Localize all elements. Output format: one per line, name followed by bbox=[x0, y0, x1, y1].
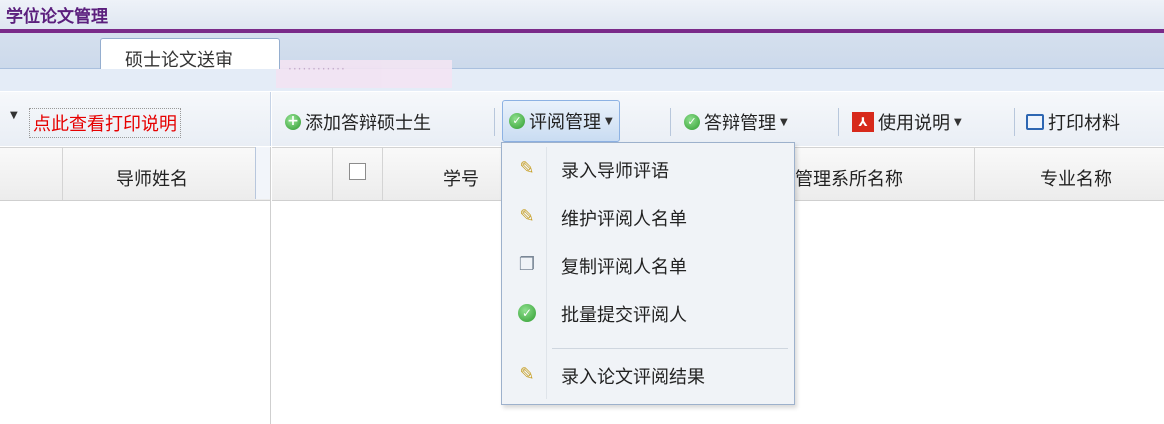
panel-split-handle[interactable] bbox=[255, 147, 270, 199]
check-circle-icon: ✓ bbox=[509, 113, 525, 129]
printer-icon bbox=[1026, 114, 1044, 130]
copy-icon: ❐ bbox=[518, 254, 536, 275]
dropdown-arrow-icon[interactable]: ▼ bbox=[10, 110, 18, 121]
column-header-department[interactable]: 管理系所名称 bbox=[795, 165, 903, 191]
toolbar-separator bbox=[670, 108, 671, 136]
pdf-icon: ⅄ bbox=[852, 112, 874, 132]
menu-item-batch-submit-reviewers[interactable]: ✓ 批量提交评阅人 bbox=[502, 291, 794, 335]
tab-secondary[interactable]: ············ bbox=[276, 60, 452, 88]
menu-item-maintain-reviewer-list[interactable]: ✎ 维护评阅人名单 bbox=[502, 195, 794, 239]
menu-item-label: 录入论文评阅结果 bbox=[561, 367, 705, 388]
app-title: 学位论文管理 bbox=[6, 7, 108, 27]
title-bar bbox=[0, 0, 1164, 32]
add-defense-student-label: 添加答辩硕士生 bbox=[305, 113, 431, 134]
toolbar-separator bbox=[1014, 108, 1015, 136]
usage-guide-button[interactable]: ⅄ 使用说明 ▼ bbox=[852, 105, 962, 139]
menu-item-enter-advisor-comments[interactable]: ✎ 录入导师评语 bbox=[502, 147, 794, 191]
check-circle-icon: ✓ bbox=[684, 114, 700, 130]
print-materials-label: 打印材料 bbox=[1048, 113, 1120, 134]
print-materials-button[interactable]: 打印材料 bbox=[1026, 105, 1120, 139]
add-defense-student-button[interactable]: + 添加答辩硕士生 bbox=[285, 105, 431, 139]
tab-label: 硕士论文送审 bbox=[125, 50, 233, 69]
review-management-menu: ✎ 录入导师评语 ✎ 维护评阅人名单 ❐ 复制评阅人名单 ✓ 批量提交评阅人 ✎… bbox=[501, 142, 795, 405]
toolbar-separator bbox=[494, 108, 495, 136]
pencil-icon: ✎ bbox=[519, 206, 535, 227]
menu-separator bbox=[552, 348, 788, 349]
toolbar-separator bbox=[838, 108, 839, 136]
tab-thesis-review[interactable]: 硕士论文送审 bbox=[100, 38, 280, 69]
menu-item-label: 复制评阅人名单 bbox=[561, 257, 687, 278]
chevron-down-icon: ▼ bbox=[780, 116, 788, 128]
review-management-label: 评阅管理 bbox=[529, 112, 601, 133]
chevron-down-icon: ▼ bbox=[605, 115, 613, 127]
column-header-advisor[interactable]: 导师姓名 bbox=[116, 165, 188, 191]
panel-divider bbox=[270, 147, 271, 424]
defense-management-button[interactable]: ✓ 答辩管理 ▼ bbox=[684, 105, 788, 139]
column-header-major[interactable]: 专业名称 bbox=[1040, 165, 1112, 191]
menu-item-copy-reviewer-list[interactable]: ❐ 复制评阅人名单 bbox=[502, 243, 794, 287]
select-all-checkbox[interactable] bbox=[349, 163, 366, 180]
defense-management-label: 答辩管理 bbox=[704, 113, 776, 134]
menu-item-label: 维护评阅人名单 bbox=[561, 209, 687, 230]
chevron-down-icon: ▼ bbox=[954, 116, 962, 128]
tab-band bbox=[0, 68, 1164, 91]
tab-secondary-label: ············ bbox=[288, 62, 346, 76]
print-instructions-link[interactable]: 点此查看打印说明 bbox=[29, 108, 181, 138]
review-management-button[interactable]: ✓ 评阅管理 ▼ bbox=[502, 100, 620, 142]
usage-guide-label: 使用说明 bbox=[878, 113, 950, 134]
menu-item-label: 批量提交评阅人 bbox=[561, 305, 687, 326]
check-circle-icon: ✓ bbox=[516, 302, 538, 324]
menu-item-label: 录入导师评语 bbox=[561, 161, 669, 182]
menu-item-enter-review-results[interactable]: ✎ 录入论文评阅结果 bbox=[502, 353, 794, 397]
pencil-icon: ✎ bbox=[519, 158, 535, 179]
column-header-student-id[interactable]: 学号 bbox=[443, 165, 479, 191]
pencil-icon: ✎ bbox=[519, 364, 535, 385]
add-icon: + bbox=[285, 114, 301, 130]
